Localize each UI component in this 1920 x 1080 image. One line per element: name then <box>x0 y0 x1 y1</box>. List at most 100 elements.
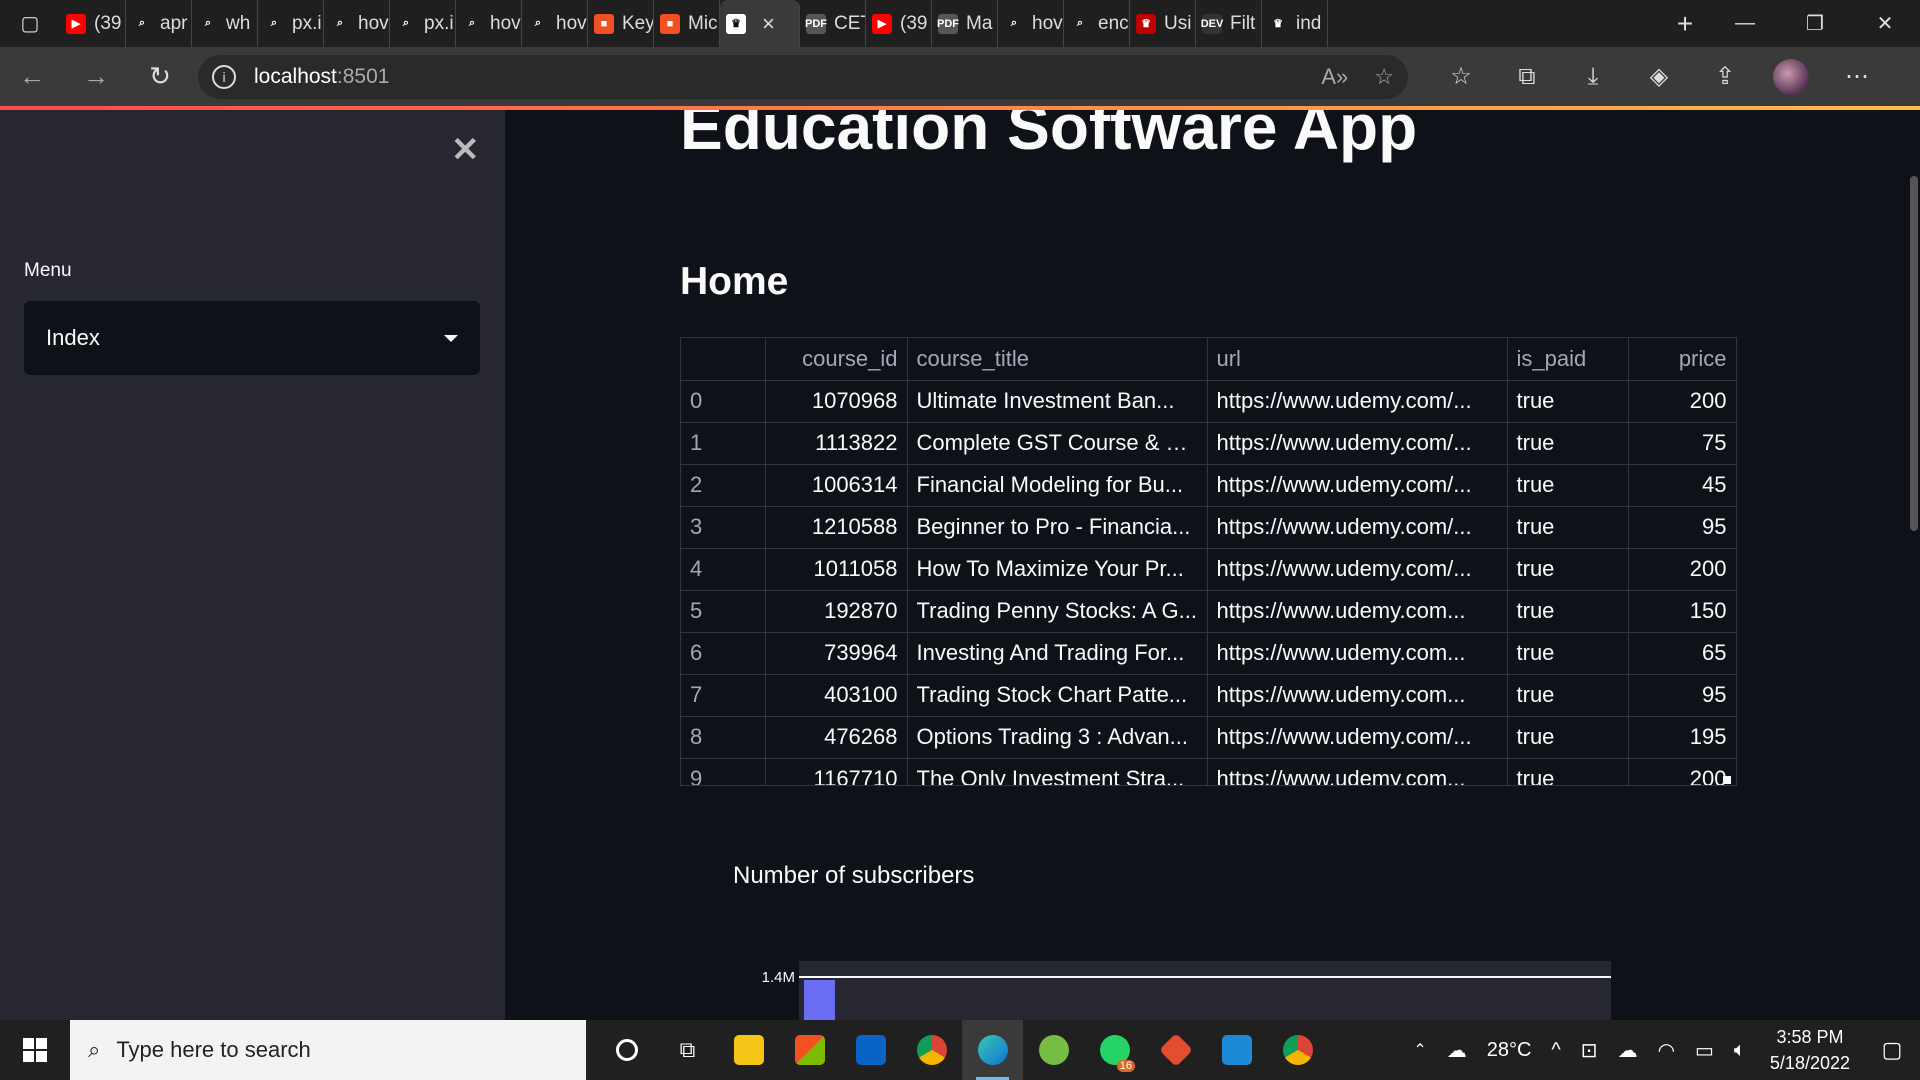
browser-tab[interactable]: ■ Mic <box>654 0 720 47</box>
table-cell[interactable]: true <box>1507 632 1629 675</box>
table-resize-handle[interactable] <box>1723 776 1731 784</box>
table-cell[interactable]: https://www.udemy.com... <box>1207 758 1508 785</box>
table-cell[interactable]: 200 <box>1628 758 1736 785</box>
browser-tab[interactable]: ⌕ hov <box>324 0 390 47</box>
column-header[interactable]: course_id <box>765 338 908 381</box>
table-cell[interactable]: 95 <box>1628 674 1736 717</box>
performance-icon[interactable]: ◈ <box>1626 59 1692 95</box>
notification-icon[interactable]: ▢ <box>1864 1037 1920 1063</box>
volume-icon[interactable]: 🔈︎ <box>1724 1039 1756 1062</box>
browser-tab[interactable]: PDF Ma <box>932 0 998 47</box>
tab-actions-icon[interactable]: ▢ <box>0 0 60 47</box>
table-cell[interactable]: Complete GST Course & C... <box>907 422 1208 465</box>
menu-select[interactable]: Index <box>24 301 480 375</box>
task-view-icon[interactable]: ⧉ <box>657 1020 718 1080</box>
table-cell[interactable]: https://www.udemy.com/... <box>1207 716 1508 759</box>
column-header[interactable]: price <box>1628 338 1736 381</box>
profile-avatar[interactable] <box>1758 58 1824 95</box>
clock[interactable]: 3:58 PM 5/18/2022 <box>1756 1024 1864 1076</box>
table-cell[interactable]: 1113822 <box>765 422 908 465</box>
table-cell[interactable]: 65 <box>1628 632 1736 675</box>
table-cell[interactable]: true <box>1507 422 1629 465</box>
browser-tab[interactable]: ⌕ hov <box>456 0 522 47</box>
browser-tab[interactable]: ♛ ind <box>1262 0 1328 47</box>
table-cell[interactable]: https://www.udemy.com/... <box>1207 548 1508 591</box>
browser-tab[interactable]: ⌕ hov <box>522 0 588 47</box>
table-cell[interactable]: Beginner to Pro - Financia... <box>907 506 1208 549</box>
table-cell[interactable]: https://www.udemy.com/... <box>1207 422 1508 465</box>
table-cell[interactable]: Trading Stock Chart Patte... <box>907 674 1208 717</box>
browser-tab[interactable]: DEV Filt <box>1196 0 1262 47</box>
mail-icon[interactable] <box>840 1020 901 1080</box>
table-cell[interactable]: 1011058 <box>765 548 908 591</box>
close-window-icon[interactable]: ✕ <box>1850 0 1920 47</box>
file-explorer-icon[interactable] <box>718 1020 779 1080</box>
table-cell[interactable]: true <box>1507 758 1629 785</box>
row-index[interactable]: 7 <box>681 674 766 717</box>
whatsapp-icon[interactable]: 16 <box>1084 1020 1145 1080</box>
store-icon[interactable] <box>779 1020 840 1080</box>
add-favorite-icon[interactable]: ☆ <box>1374 64 1394 90</box>
table-cell[interactable]: 192870 <box>765 590 908 633</box>
table-cell[interactable]: Trading Penny Stocks: A G... <box>907 590 1208 633</box>
browser-tab[interactable]: ▶ (39 <box>60 0 126 47</box>
table-cell[interactable]: 1210588 <box>765 506 908 549</box>
table-cell[interactable]: true <box>1507 380 1629 423</box>
table-cell[interactable]: 200 <box>1628 548 1736 591</box>
row-index[interactable]: 2 <box>681 464 766 507</box>
site-info-icon[interactable]: i <box>212 64 236 89</box>
table-cell[interactable]: true <box>1507 674 1629 717</box>
vscode-icon[interactable] <box>1206 1020 1267 1080</box>
table-cell[interactable]: true <box>1507 716 1629 759</box>
browser-tab[interactable]: ♛ × <box>720 0 800 47</box>
table-cell[interactable]: Options Trading 3 : Advan... <box>907 716 1208 759</box>
browser-tab[interactable]: ⌕ px.i <box>258 0 324 47</box>
row-index[interactable]: 8 <box>681 716 766 759</box>
table-cell[interactable]: true <box>1507 590 1629 633</box>
close-tab-icon[interactable]: × <box>762 11 775 37</box>
data-table[interactable]: course_id course_title url is_paid price 0 10… <box>680 337 1737 786</box>
restore-icon[interactable]: ❐ <box>1780 0 1850 47</box>
table-cell[interactable]: 1167710 <box>765 758 908 785</box>
browser-tab[interactable]: ⌕ enc <box>1064 0 1130 47</box>
downloads-icon[interactable]: ⤓ <box>1560 59 1626 95</box>
row-index[interactable]: 9 <box>681 758 766 785</box>
table-cell[interactable]: true <box>1507 506 1629 549</box>
more-options-icon[interactable]: ⋯ <box>1824 59 1890 95</box>
browser-tab[interactable]: PDF CET <box>800 0 866 47</box>
edge-icon[interactable] <box>962 1020 1023 1080</box>
onedrive-icon[interactable]: ☁ <box>1608 1038 1648 1063</box>
browser-tab[interactable]: ▶ (39 <box>866 0 932 47</box>
read-aloud-icon[interactable]: A» <box>1321 64 1348 90</box>
table-cell[interactable]: 1006314 <box>765 464 908 507</box>
table-cell[interactable]: https://www.udemy.com... <box>1207 632 1508 675</box>
table-cell[interactable]: 200 <box>1628 380 1736 423</box>
close-sidebar-icon[interactable]: ✕ <box>451 130 480 170</box>
table-cell[interactable]: 95 <box>1628 506 1736 549</box>
table-cell[interactable]: https://www.udemy.com/... <box>1207 506 1508 549</box>
row-index[interactable]: 3 <box>681 506 766 549</box>
row-index[interactable]: 0 <box>681 380 766 423</box>
table-cell[interactable]: Ultimate Investment Ban... <box>907 380 1208 423</box>
browser-tab[interactable]: ⌕ hov <box>998 0 1064 47</box>
table-cell[interactable]: 195 <box>1628 716 1736 759</box>
collections-icon[interactable]: ⧉ <box>1494 59 1560 95</box>
tray-overflow-icon[interactable]: ⌃ <box>1403 1040 1436 1060</box>
page-scrollbar[interactable] <box>1910 176 1918 531</box>
weather-icon[interactable]: ☁ <box>1437 1038 1477 1063</box>
table-cell[interactable]: How To Maximize Your Pr... <box>907 548 1208 591</box>
table-cell[interactable]: 150 <box>1628 590 1736 633</box>
table-cell[interactable]: 739964 <box>765 632 908 675</box>
column-header[interactable]: course_title <box>907 338 1208 381</box>
table-cell[interactable]: 1070968 <box>765 380 908 423</box>
favorites-icon[interactable]: ☆ <box>1428 59 1494 95</box>
minimize-icon[interactable]: — <box>1710 0 1780 47</box>
table-cell[interactable]: The Only Investment Stra... <box>907 758 1208 785</box>
browser-tab[interactable]: ⌕ apr <box>126 0 192 47</box>
show-hidden-icon[interactable]: ^ <box>1541 1039 1570 1062</box>
row-index[interactable]: 6 <box>681 632 766 675</box>
column-header[interactable]: url <box>1207 338 1508 381</box>
browser-tab[interactable]: ⌕ wh <box>192 0 258 47</box>
table-cell[interactable]: 476268 <box>765 716 908 759</box>
table-cell[interactable]: 403100 <box>765 674 908 717</box>
